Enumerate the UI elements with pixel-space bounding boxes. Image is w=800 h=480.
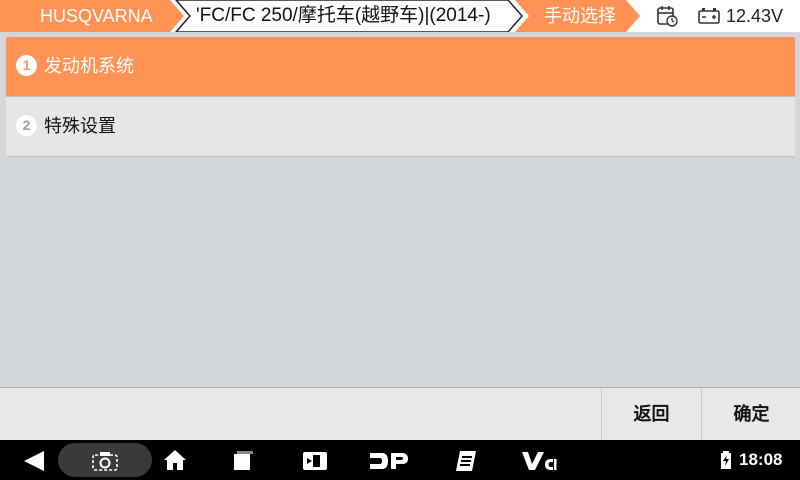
action-bar: 返回 确定 xyxy=(0,387,800,441)
car-battery-icon xyxy=(698,8,720,24)
item-number-badge: 2 xyxy=(16,115,37,136)
main-panel: 1 发动机系统 2 特殊设置 xyxy=(0,32,800,388)
report-icon[interactable] xyxy=(454,449,478,473)
display-icon[interactable] xyxy=(302,450,328,472)
menu-list: 1 发动机系统 2 特殊设置 xyxy=(6,37,795,157)
voltage-readout: 12.43V xyxy=(726,6,784,26)
clock-time: 18:08 xyxy=(739,450,783,469)
back-icon[interactable] xyxy=(22,450,46,472)
menu-item-engine-system[interactable]: 1 发动机系统 xyxy=(6,37,795,97)
vci-icon[interactable] xyxy=(521,449,557,473)
screenshot-icon[interactable] xyxy=(91,450,119,472)
header-bar: HUSQVARNA 'FC/FC 250/摩托车(越野车)|(2014-) 手动… xyxy=(0,0,800,32)
dp-icon[interactable] xyxy=(368,450,410,472)
menu-item-label: 特殊设置 xyxy=(44,116,116,136)
back-button[interactable]: 返回 xyxy=(601,388,701,441)
wifi-icon xyxy=(696,456,706,467)
breadcrumb-mode[interactable]: 手动选择 xyxy=(544,0,616,32)
system-nav-bar: 18:08 xyxy=(0,440,800,480)
menu-item-label: 发动机系统 xyxy=(44,56,134,76)
breadcrumb-brand[interactable]: HUSQVARNA xyxy=(40,0,153,32)
battery-icon xyxy=(721,451,731,469)
item-number-badge: 1 xyxy=(16,55,37,76)
breadcrumb-model[interactable]: 'FC/FC 250/摩托车(越野车)|(2014-) xyxy=(196,0,491,32)
home-icon[interactable] xyxy=(163,449,187,471)
menu-item-special-settings[interactable]: 2 特殊设置 xyxy=(6,97,795,157)
recents-icon[interactable] xyxy=(232,450,254,472)
calendar-clock-icon[interactable] xyxy=(656,5,678,27)
confirm-button[interactable]: 确定 xyxy=(701,388,800,441)
